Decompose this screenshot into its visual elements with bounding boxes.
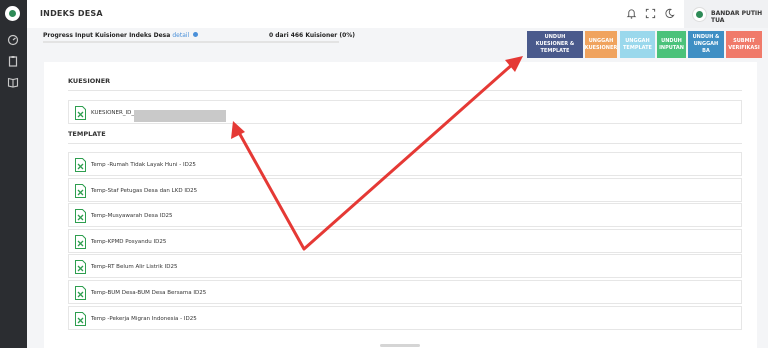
annotation-arrows: [231, 56, 523, 251]
arrow-head-left: [231, 121, 245, 139]
annotation-arrow: [235, 61, 515, 251]
